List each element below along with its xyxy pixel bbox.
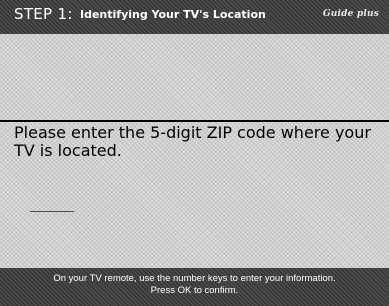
- step-label: STEP 1:: [14, 5, 73, 23]
- zip-code-input[interactable]: _____: [30, 193, 74, 212]
- instruction-footer: On your TV remote, use the number keys t…: [0, 268, 389, 306]
- guide-plus-logo: Guide plus: [322, 9, 379, 19]
- instruction-line-1: On your TV remote, use the number keys t…: [53, 273, 336, 284]
- setup-screen: STEP 1: Identifying Your TV's Location G…: [0, 0, 389, 306]
- header-bar: STEP 1: Identifying Your TV's Location G…: [0, 0, 389, 34]
- divider: [0, 120, 389, 122]
- screen-title: Identifying Your TV's Location: [80, 8, 266, 21]
- instruction-line-2: Press OK to confirm.: [150, 285, 239, 296]
- zip-prompt: Please enter the 5-digit ZIP code where …: [14, 123, 371, 160]
